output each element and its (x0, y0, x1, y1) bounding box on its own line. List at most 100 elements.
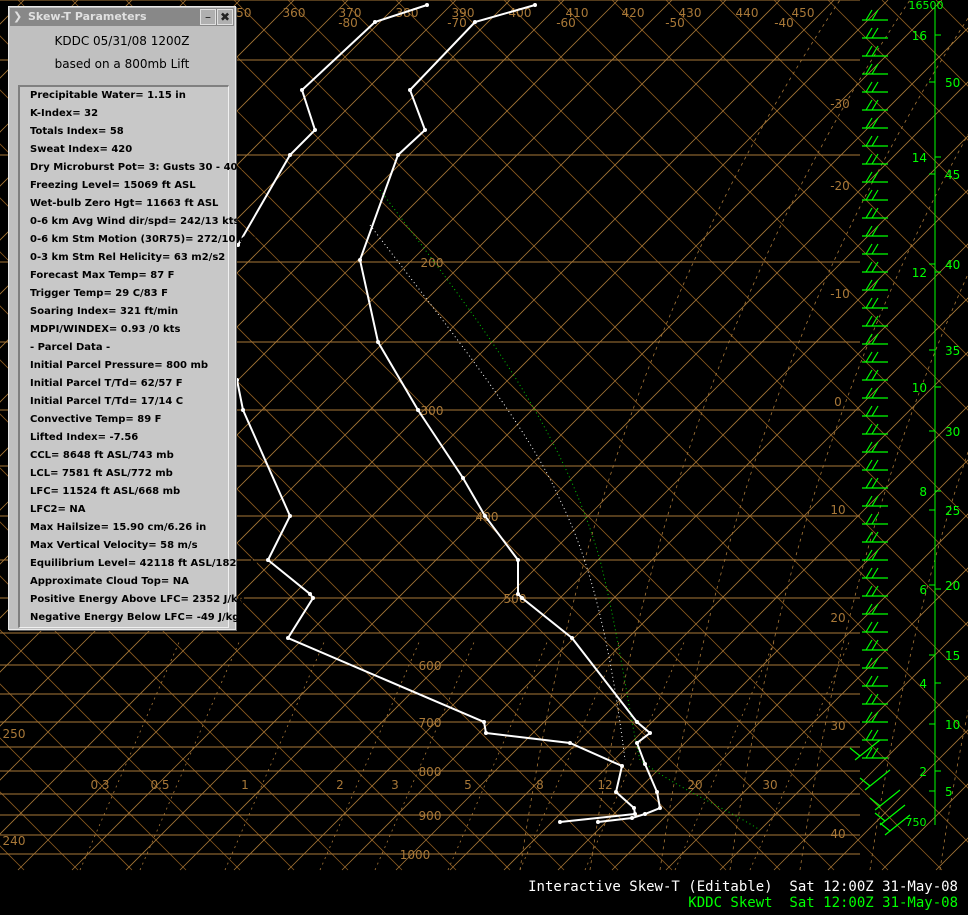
parameter-row: MDPI/WINDEX= 0.93 /0 kts (30, 324, 181, 335)
trace-point (376, 340, 380, 344)
temperature-label: -40 (774, 16, 794, 30)
barb-flag (865, 693, 873, 705)
moist-adiabat-line (519, 0, 841, 871)
isotherm-line (665, 567, 968, 871)
theta-label: 400 (509, 6, 532, 20)
trace-point (311, 596, 315, 600)
trace-point (373, 20, 377, 24)
barb-flag (871, 135, 879, 147)
mixing-ratio-label: 30 (762, 778, 777, 792)
temperature-label: 0 (834, 395, 842, 409)
bottom-height-label: 750 (906, 816, 927, 829)
parameter-row: Approximate Cloud Top= NA (30, 576, 189, 587)
chevron-down-icon[interactable]: ❯ (13, 8, 22, 26)
parameter-row: CCL= 8648 ft ASL/743 mb (30, 450, 174, 461)
minimize-button[interactable]: – (200, 9, 216, 25)
height-km-label: 14 (912, 151, 927, 165)
wind-barb (862, 225, 888, 237)
wind-barb (862, 135, 888, 147)
barb-flag (865, 315, 873, 327)
barb-flag (871, 675, 879, 687)
wind-barb (862, 117, 888, 129)
dry-adiabat-line (449, 0, 968, 519)
trace-point (425, 3, 429, 7)
height-kft-label: 35 (945, 344, 960, 358)
trace-point (635, 720, 639, 724)
trace-point (655, 790, 659, 794)
dry-adiabat-line (233, 0, 968, 735)
close-button[interactable]: ✖ (217, 9, 233, 25)
parameter-row: Positive Energy Above LFC= 2352 J/kg (30, 594, 245, 605)
parameter-row: Wet-bulb Zero Hgt= 11663 ft ASL (30, 198, 219, 209)
pressure-label: 300 (421, 404, 444, 418)
wind-barb (862, 63, 888, 75)
pressure-label: 200 (421, 256, 444, 270)
lift-header: based on a 800mb Lift (54, 57, 190, 71)
parameter-row: 0-6 km Stm Motion (30R75)= 272/10 kts (30, 234, 257, 245)
parameter-row: Dry Microburst Pot= 3: Gusts 30 - 40 kts (30, 162, 259, 173)
trace-point (483, 514, 487, 518)
pressure-label: 400 (476, 510, 499, 524)
temperature-label: -20 (830, 179, 850, 193)
temperature-label: 40 (830, 827, 845, 841)
trace-point (288, 514, 292, 518)
pressure-label: 900 (419, 809, 442, 823)
temperature-label: 10 (830, 503, 845, 517)
temperature-label: -10 (830, 287, 850, 301)
isotherm-line (179, 81, 968, 871)
barb-flag (865, 531, 873, 543)
barb-flag (871, 567, 879, 579)
parameter-row: LCL= 7581 ft ASL/772 mb (30, 468, 173, 479)
trace-point (643, 812, 647, 816)
barb-flag (865, 99, 873, 111)
temperature-label: 20 (830, 611, 845, 625)
temperature-label: -70 (447, 16, 467, 30)
height-kft-label: 10 (945, 718, 960, 732)
parameter-row: Trigger Temp= 29 C/83 F (30, 288, 168, 299)
skew-t-parameters-window[interactable]: ❯ Skew-T Parameters – ✖ KDDC 05/31/08 12… (8, 6, 258, 630)
wind-barb (862, 621, 888, 633)
temperature-label: -30 (830, 97, 850, 111)
wind-barb (862, 711, 888, 723)
height-km-label: 8 (919, 485, 927, 499)
barb-flag (871, 729, 879, 741)
wind-barb (862, 459, 888, 471)
barb-flag (865, 675, 873, 687)
trace-point (630, 816, 634, 820)
pressure-label: 800 (419, 765, 442, 779)
barb-flag (865, 153, 873, 165)
trace-point (633, 812, 637, 816)
trace-point (620, 764, 624, 768)
barb-flag (865, 477, 873, 489)
parameter-row: - Parcel Data - (30, 342, 111, 353)
wind-barb (862, 567, 888, 579)
isotherm-line (503, 405, 968, 871)
wind-barb (869, 789, 901, 811)
wind-barb (862, 405, 888, 417)
parameter-row: Precipitable Water= 1.15 in (30, 90, 186, 101)
barb-flag (871, 189, 879, 201)
theta-label: 420 (622, 6, 645, 20)
theta-label: 360 (283, 6, 306, 20)
isotherm-line (557, 459, 968, 871)
trace-point (516, 558, 520, 562)
parameter-row: LFC2= NA (30, 504, 86, 515)
barb-flag (865, 567, 873, 579)
wind-barb (862, 675, 888, 687)
mixing-ratio-label: 5 (464, 778, 472, 792)
barb-flag (865, 207, 873, 219)
trace-point (300, 88, 304, 92)
trace-point (423, 128, 427, 132)
barb-flag (865, 297, 873, 309)
height-km-label: 16 (912, 29, 927, 43)
trace-point (596, 820, 600, 824)
barb-flag (865, 189, 873, 201)
temperature-label: -60 (556, 16, 576, 30)
dry-adiabat-line (665, 0, 968, 303)
barb-flag (871, 81, 879, 93)
isotherm-line (611, 513, 968, 871)
barb-flag (869, 797, 881, 807)
barb-staff (864, 769, 891, 791)
window-titlebar[interactable]: ❯ Skew-T Parameters – ✖ (10, 8, 234, 26)
wind-barbs (849, 9, 911, 836)
